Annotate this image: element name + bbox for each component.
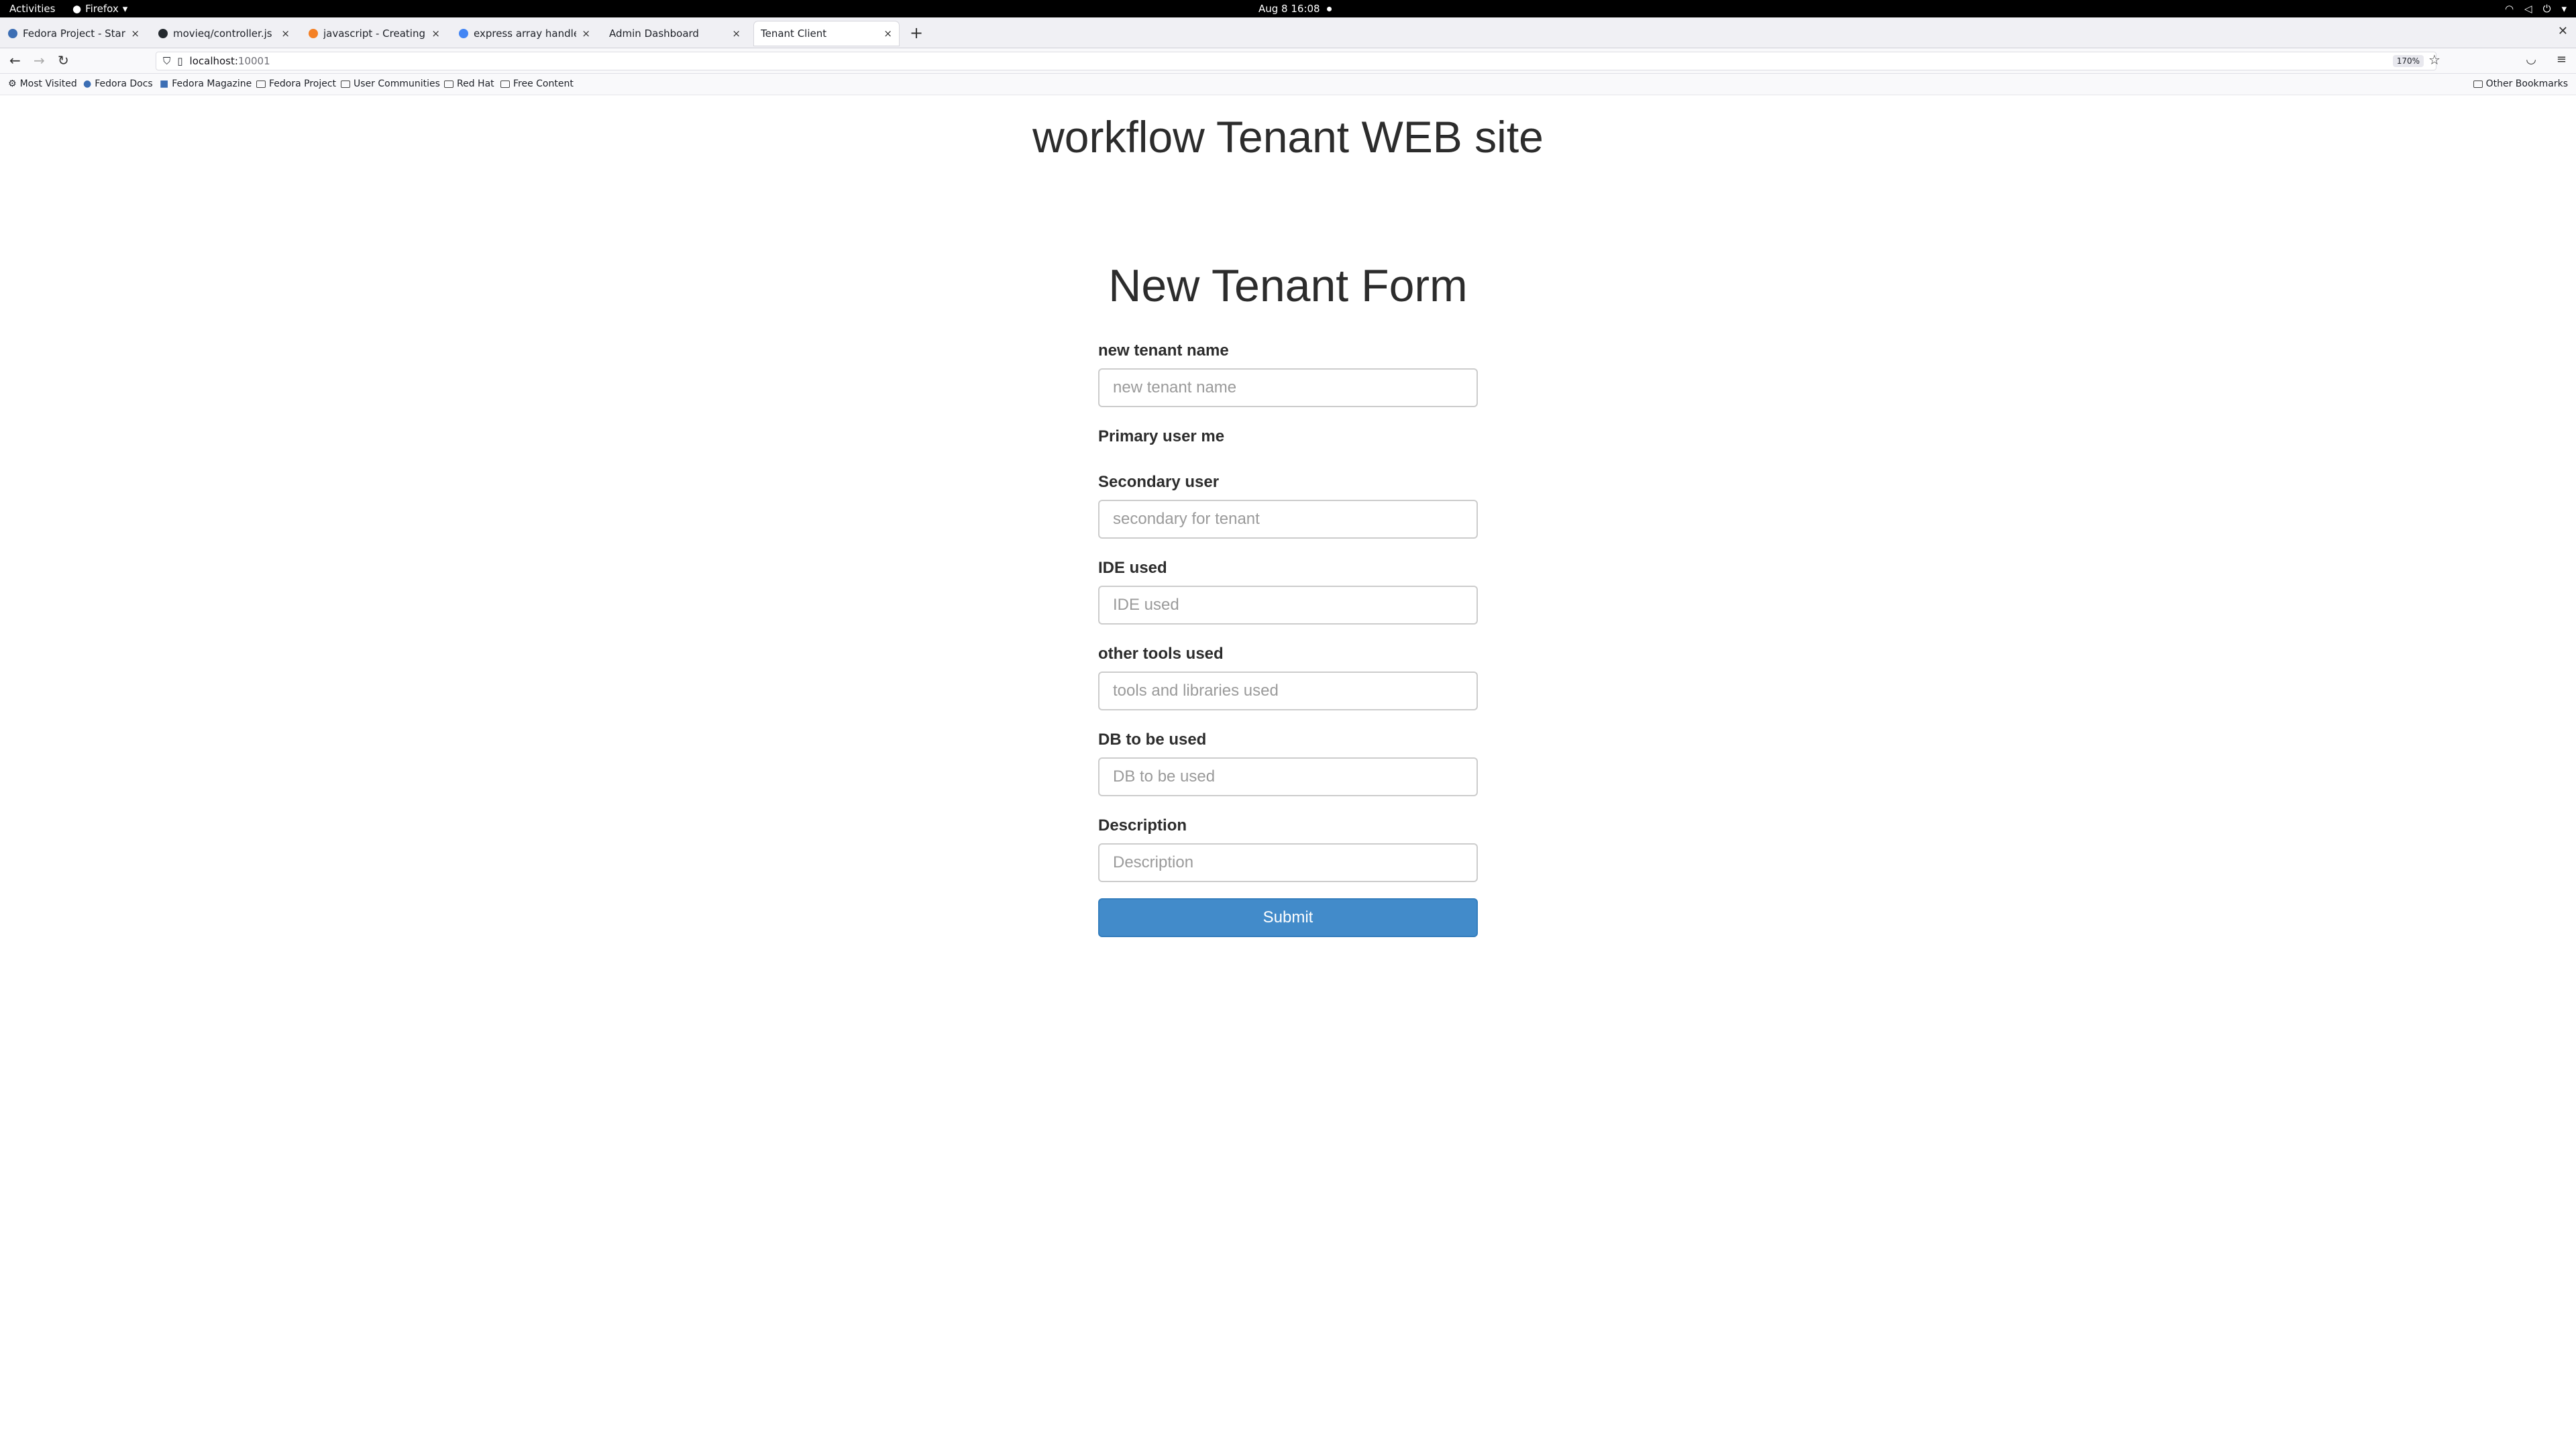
tab-strip: Fedora Project - Start Pa × movieq/contr…	[0, 17, 2576, 48]
shield-icon: ⛉	[163, 55, 171, 67]
window-close-icon[interactable]: ✕	[2558, 24, 2568, 38]
notification-dot-icon	[1326, 6, 1332, 11]
new-tenant-form: new tenant name Primary user me Secondar…	[1098, 340, 1478, 937]
tab-title: movieq/controller.js at m	[173, 28, 276, 40]
new-tab-plus-icon[interactable]: +	[910, 23, 923, 42]
power-icon: ⏻	[2542, 3, 2551, 15]
chevron-down-icon: ▾	[2561, 3, 2567, 15]
chevron-down-icon: ▾	[122, 3, 128, 15]
page-content: workflow Tenant WEB site New Tenant Form…	[0, 95, 2576, 1449]
tenant-name-label: new tenant name	[1098, 341, 1229, 360]
tab-github[interactable]: movieq/controller.js at m ×	[152, 21, 297, 46]
secondary-user-label: Secondary user	[1098, 473, 1220, 491]
folder-icon	[256, 80, 266, 88]
folder-icon	[341, 80, 350, 88]
close-icon[interactable]: ×	[431, 28, 440, 40]
toolbar-right: ◡ ≡	[2526, 52, 2567, 66]
menu-hamburger-icon[interactable]: ≡	[2557, 52, 2567, 66]
close-icon[interactable]: ×	[732, 28, 741, 40]
tab-title: Fedora Project - Start Pa	[23, 28, 125, 40]
app-menu[interactable]: ● Firefox ▾	[72, 3, 127, 15]
tab-google-search[interactable]: express array handlebars ×	[452, 21, 597, 46]
description-label: Description	[1098, 816, 1187, 835]
page-icon: ▯	[177, 55, 183, 67]
github-favicon-icon	[158, 29, 168, 38]
url-bar[interactable]: ⛉ ▯ localhost: 10001 170%	[156, 52, 2436, 70]
bookmark-fedora-docs[interactable]: ● Fedora Docs	[83, 78, 153, 89]
bookmark-user-communities[interactable]: User Communities	[341, 78, 440, 89]
close-icon[interactable]: ×	[883, 28, 892, 40]
ide-label: IDE used	[1098, 559, 1167, 577]
bookmark-free-content[interactable]: Free Content	[500, 78, 574, 89]
tab-fedora[interactable]: Fedora Project - Start Pa ×	[1, 21, 146, 46]
volume-icon: ◁	[2524, 3, 2532, 15]
secondary-user-input[interactable]	[1098, 500, 1478, 539]
magazine-icon: ■	[160, 78, 169, 89]
close-icon[interactable]: ×	[281, 28, 290, 40]
folder-icon	[2473, 80, 2483, 88]
zoom-level-badge[interactable]: 170%	[2392, 55, 2424, 67]
tab-stackoverflow[interactable]: javascript - Creating a JSC ×	[302, 21, 447, 46]
bookmark-label: Free Content	[513, 78, 574, 89]
bookmark-other[interactable]: Other Bookmarks	[2473, 78, 2568, 89]
firefox-icon: ●	[72, 3, 82, 15]
db-label: DB to be used	[1098, 731, 1207, 749]
bookmark-label: Red Hat	[457, 78, 494, 89]
activities-button[interactable]: Activities	[9, 3, 55, 15]
tools-label: other tools used	[1098, 645, 1224, 663]
tab-title: javascript - Creating a JSC	[323, 28, 426, 40]
system-tray[interactable]: ◠ ◁ ⏻ ▾	[2505, 3, 2567, 15]
pocket-icon[interactable]: ◡	[2526, 52, 2536, 66]
db-input[interactable]	[1098, 757, 1478, 796]
bookmark-label: Other Bookmarks	[2485, 78, 2568, 89]
bookmark-label: User Communities	[354, 78, 440, 89]
url-host: localhost:	[189, 55, 238, 67]
back-arrow-icon[interactable]: ←	[9, 52, 21, 68]
tab-admin-dashboard[interactable]: Admin Dashboard ×	[602, 21, 747, 46]
fedora-favicon-icon	[8, 29, 17, 38]
tab-title: express array handlebars	[474, 28, 576, 40]
tools-input[interactable]	[1098, 672, 1478, 710]
stackoverflow-favicon-icon	[309, 29, 318, 38]
bookmark-star-icon[interactable]: ☆	[2428, 52, 2440, 68]
navigation-bar: ← → ↻ ⛉ ▯ localhost: 10001 170% ☆ ◡ ≡	[0, 48, 2576, 74]
url-port: 10001	[237, 55, 270, 67]
bookmark-red-hat[interactable]: Red Hat	[444, 78, 494, 89]
bookmark-label: Fedora Magazine	[172, 78, 252, 89]
close-icon[interactable]: ×	[131, 28, 140, 40]
tab-title: Tenant Client	[761, 28, 827, 40]
tab-tenant-client[interactable]: Tenant Client ×	[754, 21, 899, 46]
gear-icon: ⚙	[8, 78, 17, 89]
forward-arrow-icon[interactable]: →	[34, 52, 45, 68]
bookmark-label: Most Visited	[19, 78, 77, 89]
bookmarks-bar: ⚙ Most Visited ● Fedora Docs ■ Fedora Ma…	[0, 74, 2576, 95]
submit-button[interactable]: Submit	[1098, 898, 1478, 937]
bookmark-fedora-magazine[interactable]: ■ Fedora Magazine	[160, 78, 252, 89]
ide-input[interactable]	[1098, 586, 1478, 625]
bookmark-label: Fedora Project	[269, 78, 337, 89]
tenant-name-input[interactable]	[1098, 368, 1478, 407]
reload-icon[interactable]: ↻	[58, 52, 69, 68]
bookmark-most-visited[interactable]: ⚙ Most Visited	[8, 78, 77, 89]
wifi-icon: ◠	[2504, 3, 2514, 15]
folder-icon	[500, 80, 510, 88]
folder-icon	[444, 80, 453, 88]
site-title: workflow Tenant WEB site	[1032, 112, 1544, 162]
app-menu-label: Firefox	[85, 3, 119, 15]
bookmark-fedora-project[interactable]: Fedora Project	[256, 78, 336, 89]
system-top-bar: Activities ● Firefox ▾ Aug 8 16:08 ◠ ◁ ⏻…	[0, 0, 2576, 17]
clock-label: Aug 8 16:08	[1258, 3, 1320, 15]
close-icon[interactable]: ×	[582, 28, 590, 40]
description-input[interactable]	[1098, 843, 1478, 882]
tab-title: Admin Dashboard	[609, 28, 699, 40]
fedora-icon: ●	[83, 78, 92, 89]
primary-user-label: Primary user me	[1098, 427, 1225, 445]
form-title: New Tenant Form	[1108, 260, 1468, 311]
clock[interactable]: Aug 8 16:08	[1258, 3, 1332, 15]
bookmark-label: Fedora Docs	[95, 78, 153, 89]
google-favicon-icon	[459, 29, 468, 38]
